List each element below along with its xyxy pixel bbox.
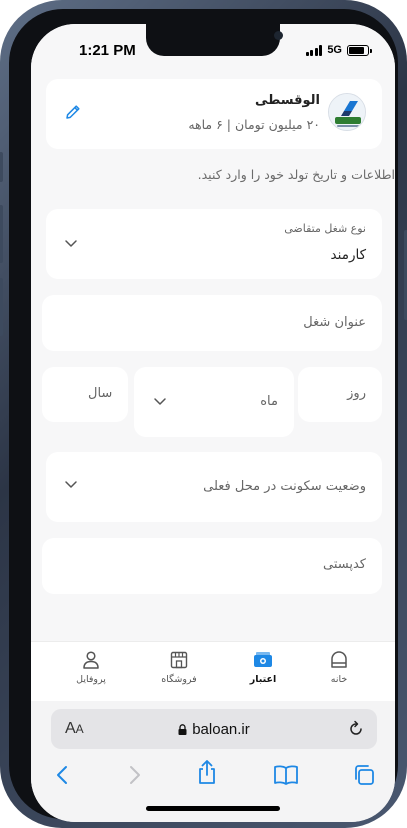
phone-frame: 1:21 PM 5G الوقسطی ۲۰ میلیون تومان | ۶ م…	[0, 0, 407, 828]
browser-toolbar: AA baloan.ir	[31, 701, 395, 822]
chevron-down-icon	[154, 398, 166, 405]
home-indicator	[146, 806, 280, 811]
birth-year-field[interactable]: سال	[42, 367, 128, 422]
store-icon	[170, 651, 188, 669]
share-icon[interactable]	[196, 759, 218, 785]
battery-level	[349, 46, 365, 54]
bookmarks-icon[interactable]	[273, 763, 299, 787]
pencil-icon[interactable]	[64, 103, 82, 121]
phone-bezel: 1:21 PM 5G الوقسطی ۲۰ میلیون تومان | ۶ م…	[9, 9, 398, 822]
screen: 1:21 PM 5G الوقسطی ۲۰ میلیون تومان | ۶ م…	[31, 24, 395, 822]
tab-profile[interactable]: پروفایل	[61, 650, 121, 685]
residence-status-placeholder: وضعیت سکونت در محل فعلی	[203, 479, 366, 494]
front-camera	[274, 31, 283, 40]
form-instructions: اطلاعات و تاریخ تولد خود را وارد کنید.	[197, 167, 395, 182]
birth-month-placeholder: ماه	[260, 394, 278, 409]
tab-profile-label: پروفایل	[76, 674, 106, 685]
mute-switch	[0, 152, 3, 182]
back-icon[interactable]	[53, 763, 73, 787]
tabs-icon[interactable]	[352, 763, 376, 787]
birth-year-placeholder: سال	[88, 386, 113, 401]
loan-details: ۲۰ میلیون تومان | ۶ ماهه	[188, 117, 320, 132]
birth-month-select[interactable]: ماه	[134, 367, 294, 437]
browser-nav-row	[31, 759, 395, 791]
notch	[146, 24, 283, 56]
volume-up-button	[0, 205, 3, 263]
postal-code-placeholder: کدپستی	[323, 557, 366, 572]
chevron-down-icon	[65, 481, 77, 488]
home-icon	[331, 651, 347, 668]
tab-store[interactable]: فروشگاه	[149, 650, 209, 685]
status-time: 1:21 PM	[79, 42, 136, 59]
wallet-icon	[254, 652, 272, 667]
tab-home-label: خانه	[330, 674, 348, 685]
tab-credit[interactable]: اعتبار	[233, 650, 293, 685]
postal-code-field[interactable]: کدپستی	[42, 538, 382, 594]
profile-icon	[83, 651, 99, 669]
lender-name: الوقسطی	[254, 93, 320, 108]
url-display: baloan.ir	[51, 721, 377, 738]
birth-day-placeholder: روز	[347, 386, 366, 401]
status-icons: 5G	[305, 44, 372, 56]
reload-icon[interactable]	[347, 720, 365, 738]
job-type-value: کارمند	[330, 247, 366, 263]
network-label: 5G	[327, 44, 342, 56]
tab-credit-label: اعتبار	[249, 674, 277, 685]
battery-icon	[347, 44, 372, 56]
address-bar[interactable]: AA baloan.ir	[51, 709, 377, 749]
birth-day-field[interactable]: روز	[298, 367, 382, 422]
loan-summary-card: الوقسطی ۲۰ میلیون تومان | ۶ ماهه	[46, 79, 382, 149]
job-title-field[interactable]: عنوان شغل	[42, 295, 382, 351]
chevron-down-icon	[65, 240, 77, 247]
volume-down-button	[0, 278, 3, 336]
signal-icon	[305, 44, 323, 56]
job-type-label: نوع شغل متقاضی	[284, 222, 366, 235]
job-title-placeholder: عنوان شغل	[303, 315, 366, 330]
bottom-tab-bar: خانه اعتبار فروشگاه پروفایل	[31, 641, 395, 701]
lock-icon	[178, 724, 187, 735]
status-bar: 1:21 PM 5G	[31, 24, 395, 74]
job-type-select[interactable]: نوع شغل متقاضی کارمند	[46, 209, 382, 279]
url-text: baloan.ir	[192, 721, 250, 738]
forward-icon[interactable]	[124, 763, 144, 787]
residence-status-select[interactable]: وضعیت سکونت در محل فعلی	[46, 452, 382, 522]
lender-logo	[328, 93, 366, 131]
tab-home[interactable]: خانه	[309, 650, 369, 685]
tab-store-label: فروشگاه	[161, 674, 197, 685]
